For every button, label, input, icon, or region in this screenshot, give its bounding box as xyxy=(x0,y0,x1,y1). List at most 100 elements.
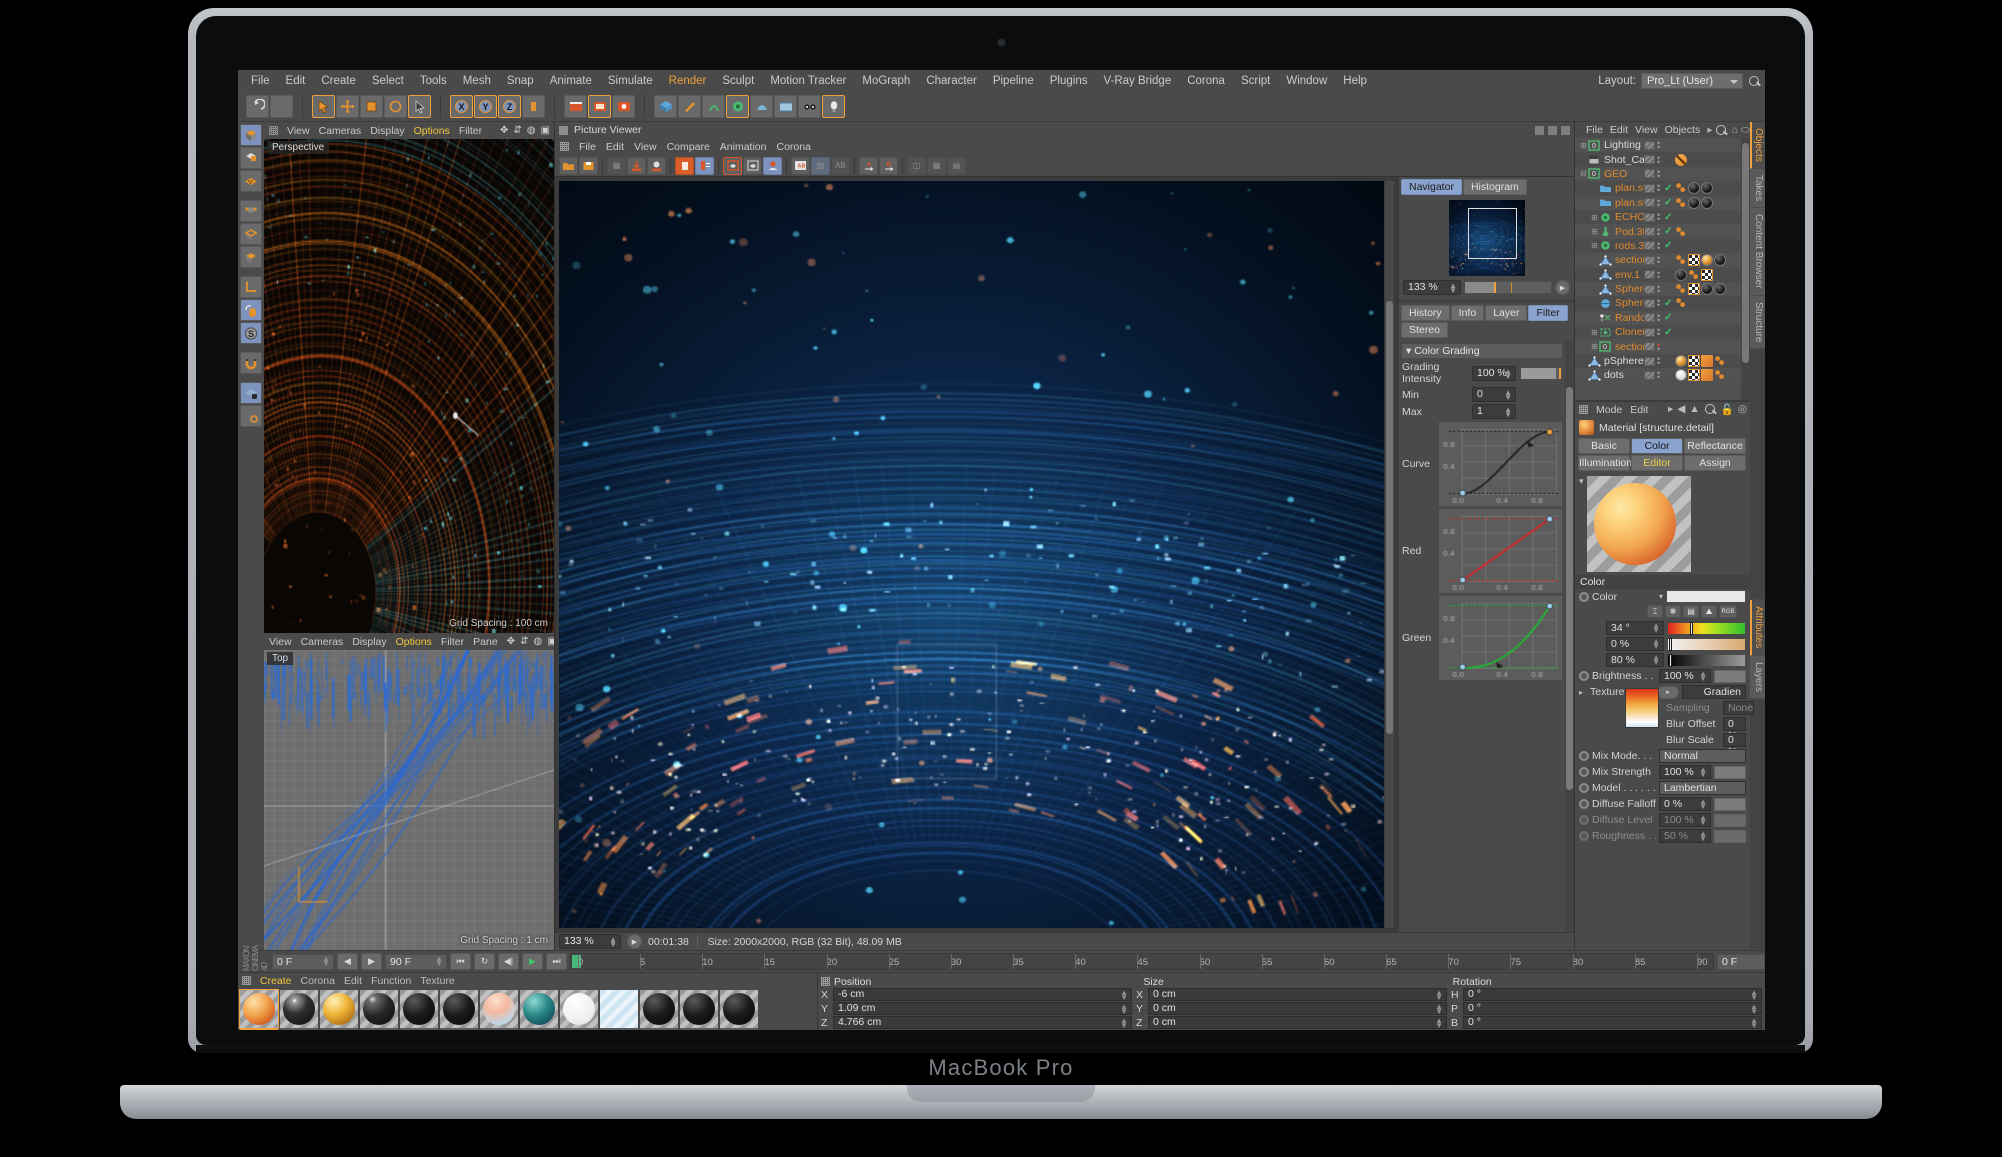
menu-item-script[interactable]: Script xyxy=(1233,70,1278,92)
material-name[interactable]: detail xyxy=(560,1028,598,1030)
attr-slider[interactable] xyxy=(1714,765,1746,779)
stepper-icon[interactable]: ▲ ▼ xyxy=(1699,766,1707,779)
tag-gold-icon[interactable] xyxy=(1701,254,1713,267)
attr-radio[interactable] xyxy=(1579,831,1589,841)
filmstrip-list-icon[interactable] xyxy=(695,156,714,175)
layout-split-icon[interactable]: ◫ xyxy=(907,156,926,175)
material-name[interactable]: black xyxy=(400,1028,438,1030)
coord-field[interactable]: 4.766 cm ▲ ▼ xyxy=(833,1016,1132,1030)
stepper-icon[interactable]: ▲ ▼ xyxy=(1750,989,1758,1002)
slider-handle[interactable] xyxy=(1559,367,1561,379)
menu-item-motion-tracker[interactable]: Motion Tracker xyxy=(762,70,854,92)
visibility-icon[interactable] xyxy=(1644,140,1655,150)
attr-radio[interactable] xyxy=(1579,815,1589,825)
navigator-thumbnail[interactable] xyxy=(1448,200,1525,276)
layout-stack-icon[interactable]: ▤ xyxy=(947,156,966,175)
material-item[interactable]: Light xyxy=(280,990,318,1030)
stepper-icon[interactable]: ▲ ▼ xyxy=(1504,389,1512,402)
enabled-check-icon[interactable]: ✓ xyxy=(1664,197,1673,208)
tag-dots-icon[interactable] xyxy=(1714,369,1726,381)
ab-compare-icon[interactable]: AB xyxy=(791,156,810,175)
tab-basic[interactable]: Basic xyxy=(1578,438,1630,454)
top-viewport[interactable]: Top Grid Spacing : 1 cm xyxy=(264,650,554,950)
tag-dots-icon[interactable] xyxy=(1714,355,1726,367)
grip-icon[interactable] xyxy=(242,976,251,985)
edges-mode-icon[interactable] xyxy=(240,223,262,245)
tab-stereo[interactable]: Stereo xyxy=(1401,322,1448,338)
coord-field[interactable]: 0 ° ▲ ▼ xyxy=(1463,1002,1762,1016)
view-b-icon[interactable] xyxy=(743,156,762,175)
slider-handle[interactable] xyxy=(1494,282,1497,293)
texture-arrow-button[interactable]: ▸ xyxy=(1657,685,1679,699)
material-name[interactable]: structur xyxy=(240,1028,278,1030)
save-file-icon[interactable] xyxy=(579,156,598,175)
visibility-icon[interactable] xyxy=(1644,227,1655,237)
tab-history[interactable]: History xyxy=(1401,305,1450,321)
vtab-objects[interactable]: Objects xyxy=(1750,122,1765,169)
menu-item-file[interactable]: File xyxy=(243,70,278,92)
coord-field[interactable]: 0 cm ▲ ▼ xyxy=(1148,988,1447,1002)
menu-item-character[interactable]: Character xyxy=(918,70,985,92)
visibility-icon[interactable] xyxy=(1644,212,1655,222)
vtab-structure[interactable]: Structure xyxy=(1750,295,1765,350)
attr-radio[interactable] xyxy=(1579,751,1589,761)
menu-item-select[interactable]: Select xyxy=(364,70,412,92)
material-item[interactable]: simple. xyxy=(720,990,758,1030)
rgb-mode-icon[interactable]: RGB xyxy=(1719,605,1737,618)
visibility-icon[interactable] xyxy=(1644,356,1655,366)
tab-layer[interactable]: Layer xyxy=(1485,305,1528,321)
material-swatch[interactable] xyxy=(360,990,398,1028)
object-row[interactable]: env.1 • • xyxy=(1575,267,1741,282)
orbit-icon[interactable]: ◍ xyxy=(533,636,542,647)
visibility-dots-icon[interactable]: • • xyxy=(1657,139,1662,152)
world-coordinate-button[interactable] xyxy=(522,95,545,118)
pv-menu-file[interactable]: File xyxy=(579,141,596,153)
stepper-icon[interactable]: ▲ ▼ xyxy=(1120,1003,1128,1016)
material-item[interactable]: wire.hr xyxy=(640,990,678,1030)
tab-reflectance[interactable]: Reflectance xyxy=(1684,438,1746,454)
material-swatch[interactable] xyxy=(280,990,318,1028)
orbit-icon[interactable]: ◍ xyxy=(527,125,536,136)
material-name[interactable]: simple. xyxy=(720,1028,758,1030)
tab-assign[interactable]: Assign xyxy=(1684,455,1746,471)
visibility-dots-icon[interactable]: • • xyxy=(1657,369,1662,382)
mograph-button[interactable] xyxy=(726,95,749,118)
stepper-icon[interactable]: ▲ ▼ xyxy=(435,954,443,967)
visibility-dots-icon[interactable]: • • xyxy=(1657,153,1662,166)
material-name[interactable]: space xyxy=(680,1028,718,1030)
pv-menu-compare[interactable]: Compare xyxy=(667,141,710,153)
attr-radio[interactable] xyxy=(1579,671,1589,681)
object-name[interactable]: section.2 xyxy=(1615,254,1644,266)
navigator-viewport-frame[interactable] xyxy=(1468,207,1517,259)
material-name[interactable]: wire.hr xyxy=(640,1028,678,1030)
material-item[interactable]: mass.2 xyxy=(360,990,398,1030)
tree-expander-icon[interactable]: ⊞ xyxy=(1590,227,1599,236)
material-name[interactable]: rods xyxy=(440,1028,478,1030)
object-row[interactable]: section.2 •• xyxy=(1575,253,1741,268)
enabled-check-icon[interactable]: ✓ xyxy=(1664,298,1673,309)
visibility-icon[interactable] xyxy=(1644,284,1655,294)
attr-field[interactable]: 50 % ▲ ▼ xyxy=(1659,829,1711,843)
grip-icon[interactable] xyxy=(269,126,278,135)
dolly-icon[interactable]: ⇵ xyxy=(513,125,521,136)
material-swatch[interactable] xyxy=(400,990,438,1028)
enabled-check-icon[interactable]: ✓ xyxy=(1664,240,1673,251)
collapse-triangle-icon[interactable]: ▾ xyxy=(1579,476,1584,487)
preview-frame-field[interactable]: 0 F xyxy=(1717,953,1765,970)
color-mode-icon[interactable]: ⌶ xyxy=(1647,605,1663,618)
stepper-icon[interactable]: ▲ ▼ xyxy=(1750,1003,1758,1016)
timeline-ruler[interactable]: 0 5 10 15 20 25 30 35 40 45 50 55 60 65 70 75 80 85 90 xyxy=(570,953,1714,970)
object-row[interactable]: Shot_Cam_01 •• xyxy=(1575,152,1741,167)
ab-split-icon[interactable]: ▥ xyxy=(811,156,830,175)
navigator-zoom-field[interactable]: 133 % ▲ ▼ xyxy=(1403,280,1461,295)
render-settings-button[interactable] xyxy=(612,95,635,118)
enabled-check-icon[interactable]: ✓ xyxy=(1664,226,1673,237)
object-row[interactable]: ⊞Cloner.dots••✓ xyxy=(1575,325,1741,340)
visibility-icon[interactable] xyxy=(1644,298,1655,308)
stepper-icon[interactable]: ▲ ▼ xyxy=(609,936,617,949)
coord-field[interactable]: 1.09 cm ▲ ▼ xyxy=(833,1002,1132,1016)
tag-black-icon[interactable] xyxy=(1701,182,1713,195)
vp2-menu-cameras[interactable]: Cameras xyxy=(301,636,344,648)
menu-item-edit[interactable]: Edit xyxy=(278,70,314,92)
more-icon[interactable]: ▸ xyxy=(1668,403,1673,416)
